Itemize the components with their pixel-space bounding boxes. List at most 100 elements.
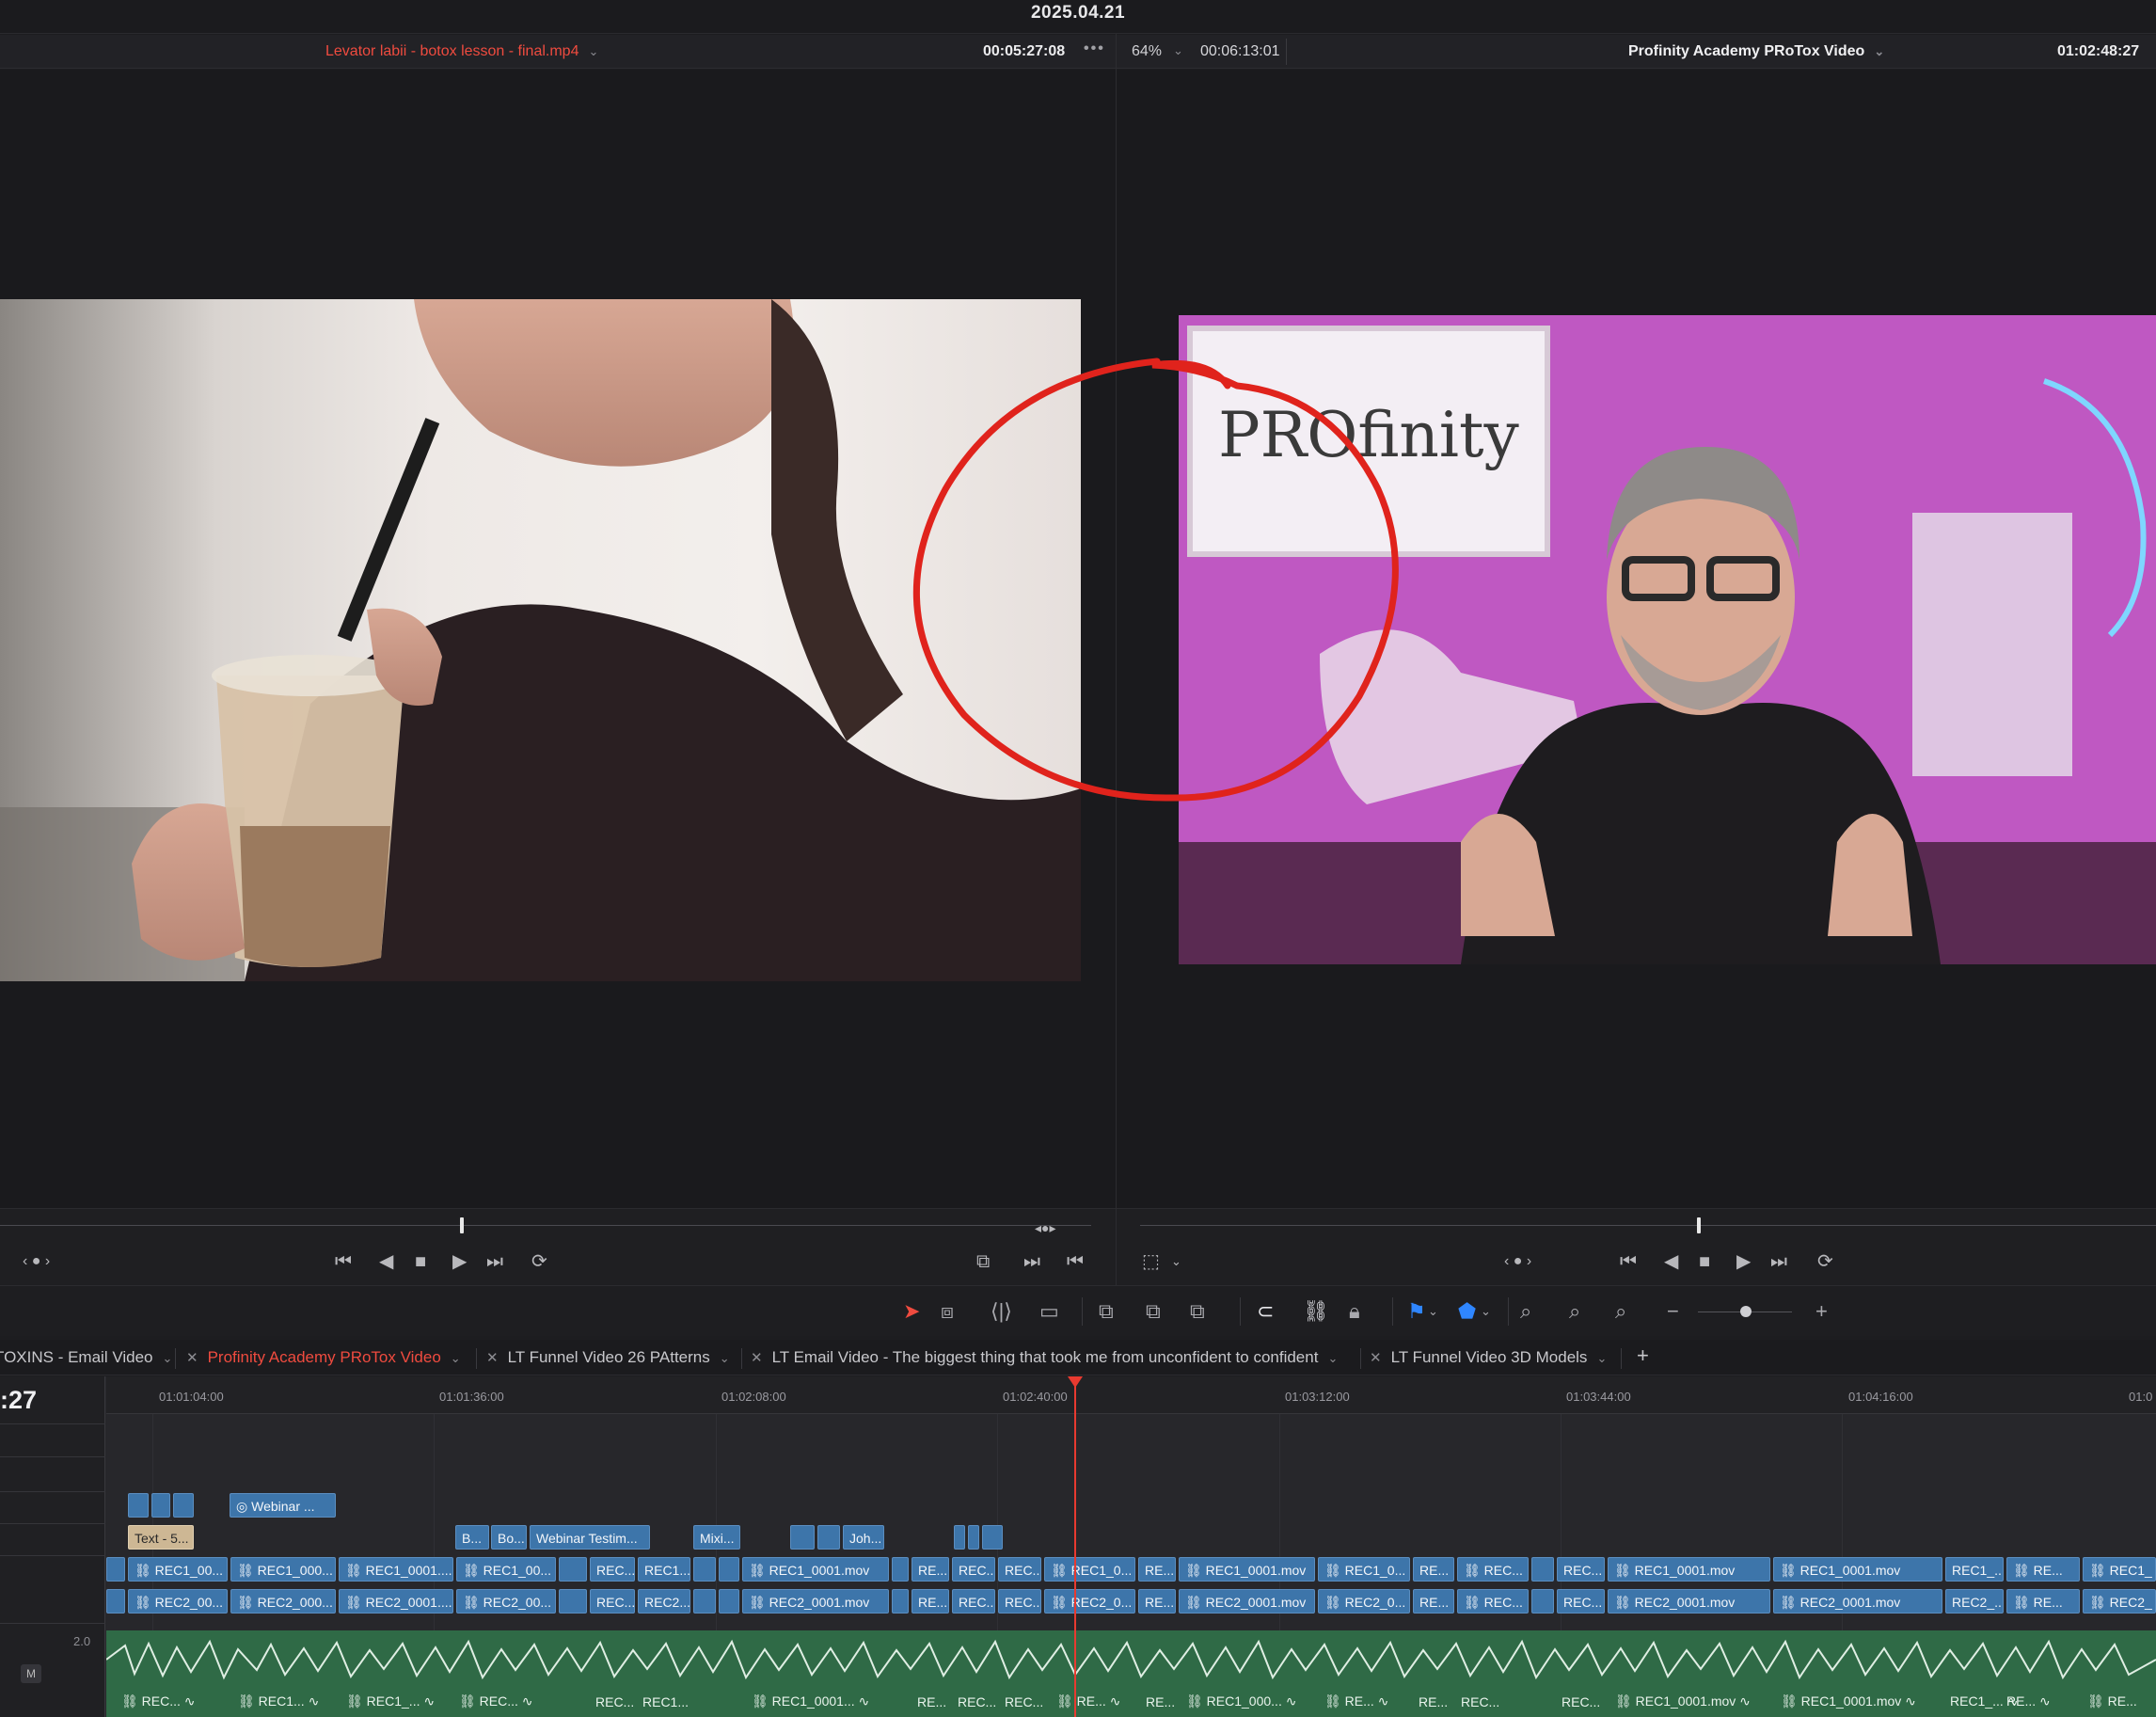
tab-lt-email-video[interactable]: ✕ LT Email Video - The biggest thing that… <box>751 1348 1338 1367</box>
zoom-in-icon[interactable]: + <box>1815 1299 1828 1324</box>
timeline-clip[interactable]: ⛓ REC2_00... <box>456 1589 556 1614</box>
position-lock-icon[interactable]: 🔒︎ <box>1349 1299 1360 1324</box>
chevron-down-icon[interactable]: ⌄ <box>1428 1299 1438 1324</box>
timeline-clip[interactable]: ⛓ REC1_00... <box>128 1557 228 1582</box>
source-viewer[interactable] <box>0 70 1116 1208</box>
zoom-custom-icon[interactable]: ⌕ <box>1615 1299 1626 1324</box>
blade-tool-icon[interactable]: ▭ <box>1039 1299 1059 1324</box>
timeline-clip[interactable]: ⛓ REC1_0001.mov <box>1179 1557 1315 1582</box>
timeline-panel[interactable]: :27 2.0 M 01:01:04:00 01:01:36:00 01:02:… <box>0 1376 2156 1717</box>
timeline-viewer[interactable]: PROfinity <box>1117 70 2156 1208</box>
play-icon[interactable]: ▶ <box>1736 1250 1751 1273</box>
timeline-clip[interactable]: ⛓ REC2_0001.mov <box>742 1589 889 1614</box>
timeline-clip[interactable] <box>892 1589 909 1614</box>
snapping-icon[interactable]: ⊂ <box>1257 1299 1274 1324</box>
chevron-down-icon[interactable]: ⌄ <box>1173 43 1183 58</box>
mute-button[interactable]: M <box>21 1664 41 1683</box>
timeline-scrub-head[interactable] <box>1697 1217 1701 1233</box>
source-scrub-head[interactable] <box>460 1217 464 1233</box>
timeline-clip[interactable]: ⛓ REC2_ <box>2083 1589 2156 1614</box>
timeline-clip[interactable]: ⛓ REC1_000... <box>230 1557 336 1582</box>
timeline-clip[interactable]: REC... <box>998 1557 1041 1582</box>
zoom-detail-icon[interactable]: ⌕ <box>1569 1299 1580 1324</box>
timeline-clip[interactable] <box>693 1557 716 1582</box>
timeline-clip[interactable]: ⛓ REC2_0001.mov <box>1179 1589 1315 1614</box>
play-icon[interactable]: ▶ <box>452 1250 467 1273</box>
timeline-clip[interactable]: ⛓ REC2_0001.mov <box>1608 1589 1770 1614</box>
timeline-clip[interactable]: ⛓ REC... <box>1457 1557 1529 1582</box>
timeline-clip[interactable]: ⛓ REC1_00... <box>456 1557 556 1582</box>
timeline-clip[interactable]: REC2... <box>638 1589 690 1614</box>
stop-icon[interactable]: ■ <box>1699 1250 1710 1273</box>
flag-icon[interactable]: ⚑ <box>1407 1299 1426 1324</box>
timeline-clip[interactable]: ⛓ REC1_0... <box>1318 1557 1410 1582</box>
timeline-clip[interactable]: REC... <box>590 1557 635 1582</box>
tab-lt-funnel-26-patterns[interactable]: ✕ LT Funnel Video 26 PAtterns ⌄ <box>486 1348 730 1367</box>
tab-lt-funnel-3d-models[interactable]: ✕ LT Funnel Video 3D Models ⌄ <box>1370 1348 1607 1367</box>
linked-selection-icon[interactable]: ⛓ <box>1303 1299 1329 1324</box>
timeline-clip[interactable] <box>719 1557 739 1582</box>
chevron-down-icon[interactable]: ⌄ <box>1481 1299 1491 1324</box>
timeline-clip[interactable]: RE... <box>1138 1557 1176 1582</box>
timeline-clip[interactable]: ◎ Webinar ... <box>230 1493 336 1518</box>
play-reverse-icon[interactable]: ◀ <box>379 1250 393 1273</box>
jog-control-icon[interactable]: ‹ ● › <box>23 1250 50 1273</box>
timeline-clip[interactable] <box>151 1493 170 1518</box>
marker-icon[interactable]: ⬟ <box>1458 1299 1476 1324</box>
dynamic-trim-icon[interactable]: ⟨|⟩ <box>991 1299 1012 1324</box>
go-to-start-icon[interactable]: ⏮ <box>1620 1250 1637 1273</box>
transform-icon[interactable]: ⬚ <box>1142 1250 1160 1273</box>
zoom-full-icon[interactable]: ⌕ <box>1520 1299 1531 1324</box>
timeline-clip[interactable]: REC... <box>1557 1589 1605 1614</box>
timeline-title-dropdown[interactable]: Profinity Academy PRoTox Video ⌄ <box>1628 43 1884 60</box>
timeline-clip[interactable]: ⛓ RE... <box>2006 1589 2080 1614</box>
timeline-clip[interactable]: REC... <box>952 1589 995 1614</box>
timeline-scrub-bar[interactable] <box>1140 1225 2156 1226</box>
timeline-clip[interactable] <box>1531 1557 1554 1582</box>
loop-icon[interactable]: ⟳ <box>531 1250 547 1273</box>
overwrite-edit-icon[interactable]: ⧉ <box>1146 1299 1161 1324</box>
replace-edit-icon[interactable]: ⧉ <box>1190 1299 1205 1324</box>
chevron-down-icon[interactable]: ⌄ <box>1171 1250 1181 1273</box>
timeline-clip[interactable] <box>559 1557 587 1582</box>
match-frame-icon[interactable]: ⧉ <box>976 1250 990 1273</box>
insert-edit-icon[interactable]: ⧉ <box>1099 1299 1114 1324</box>
timeline-clip[interactable]: REC2_... <box>1945 1589 2004 1614</box>
timeline-clip[interactable]: REC1... <box>638 1557 690 1582</box>
timeline-clip[interactable] <box>892 1557 909 1582</box>
timeline-clip[interactable]: ⛓ REC2_000... <box>230 1589 336 1614</box>
timeline-clip[interactable]: ⛓ REC2_0001.... <box>339 1589 453 1614</box>
timeline-clip[interactable]: ⛓ REC2_0... <box>1044 1589 1135 1614</box>
timeline-clip[interactable] <box>173 1493 194 1518</box>
timeline-clip[interactable]: ⛓ REC2_0... <box>1318 1589 1410 1614</box>
source-clip-dropdown[interactable]: Levator labii - botox lesson - final.mp4… <box>325 43 598 60</box>
timeline-clip[interactable] <box>719 1589 739 1614</box>
timeline-clip[interactable] <box>128 1493 149 1518</box>
trim-tool-icon[interactable]: ⧈ <box>941 1299 954 1324</box>
timeline-clip[interactable]: REC... <box>952 1557 995 1582</box>
timeline-clip[interactable]: Bo... <box>491 1525 527 1550</box>
timeline-clip[interactable]: Mixi... <box>693 1525 740 1550</box>
selection-tool-icon[interactable]: ➤ <box>903 1299 920 1324</box>
zoom-out-icon[interactable]: − <box>1667 1299 1679 1324</box>
timeline-clip[interactable]: REC1_... <box>1945 1557 2004 1582</box>
timeline-clip[interactable]: Text - 5... <box>128 1525 194 1550</box>
timeline-clip[interactable]: ⛓ REC1_ <box>2083 1557 2156 1582</box>
timeline-clip[interactable] <box>1531 1589 1554 1614</box>
timeline-clip[interactable]: ⛓ REC1_0... <box>1044 1557 1135 1582</box>
timeline-ruler[interactable]: 01:01:04:00 01:01:36:00 01:02:08:00 01:0… <box>106 1376 2156 1414</box>
go-to-end-icon[interactable]: ⏭ <box>486 1250 503 1273</box>
timeline-clip[interactable] <box>817 1525 840 1550</box>
tab-profinity-academy[interactable]: ✕ Profinity Academy PRoTox Video ⌄ <box>186 1348 461 1367</box>
add-tab-button[interactable]: + <box>1637 1343 1649 1368</box>
in-out-marker-icon[interactable]: ◂●▸ <box>1035 1216 1056 1239</box>
timeline-clip[interactable] <box>790 1525 815 1550</box>
timeline-clip[interactable]: ⛓ REC2_00... <box>128 1589 228 1614</box>
stop-icon[interactable]: ■ <box>415 1250 426 1273</box>
loop-icon[interactable]: ⟳ <box>1817 1250 1833 1273</box>
timeline-clip[interactable]: RE... <box>1413 1557 1454 1582</box>
timeline-clip[interactable] <box>106 1557 125 1582</box>
timeline-clip[interactable]: RE... <box>912 1589 949 1614</box>
source-scrub-bar[interactable] <box>0 1225 1091 1226</box>
jog-control-icon[interactable]: ‹ ● › <box>1504 1250 1531 1273</box>
